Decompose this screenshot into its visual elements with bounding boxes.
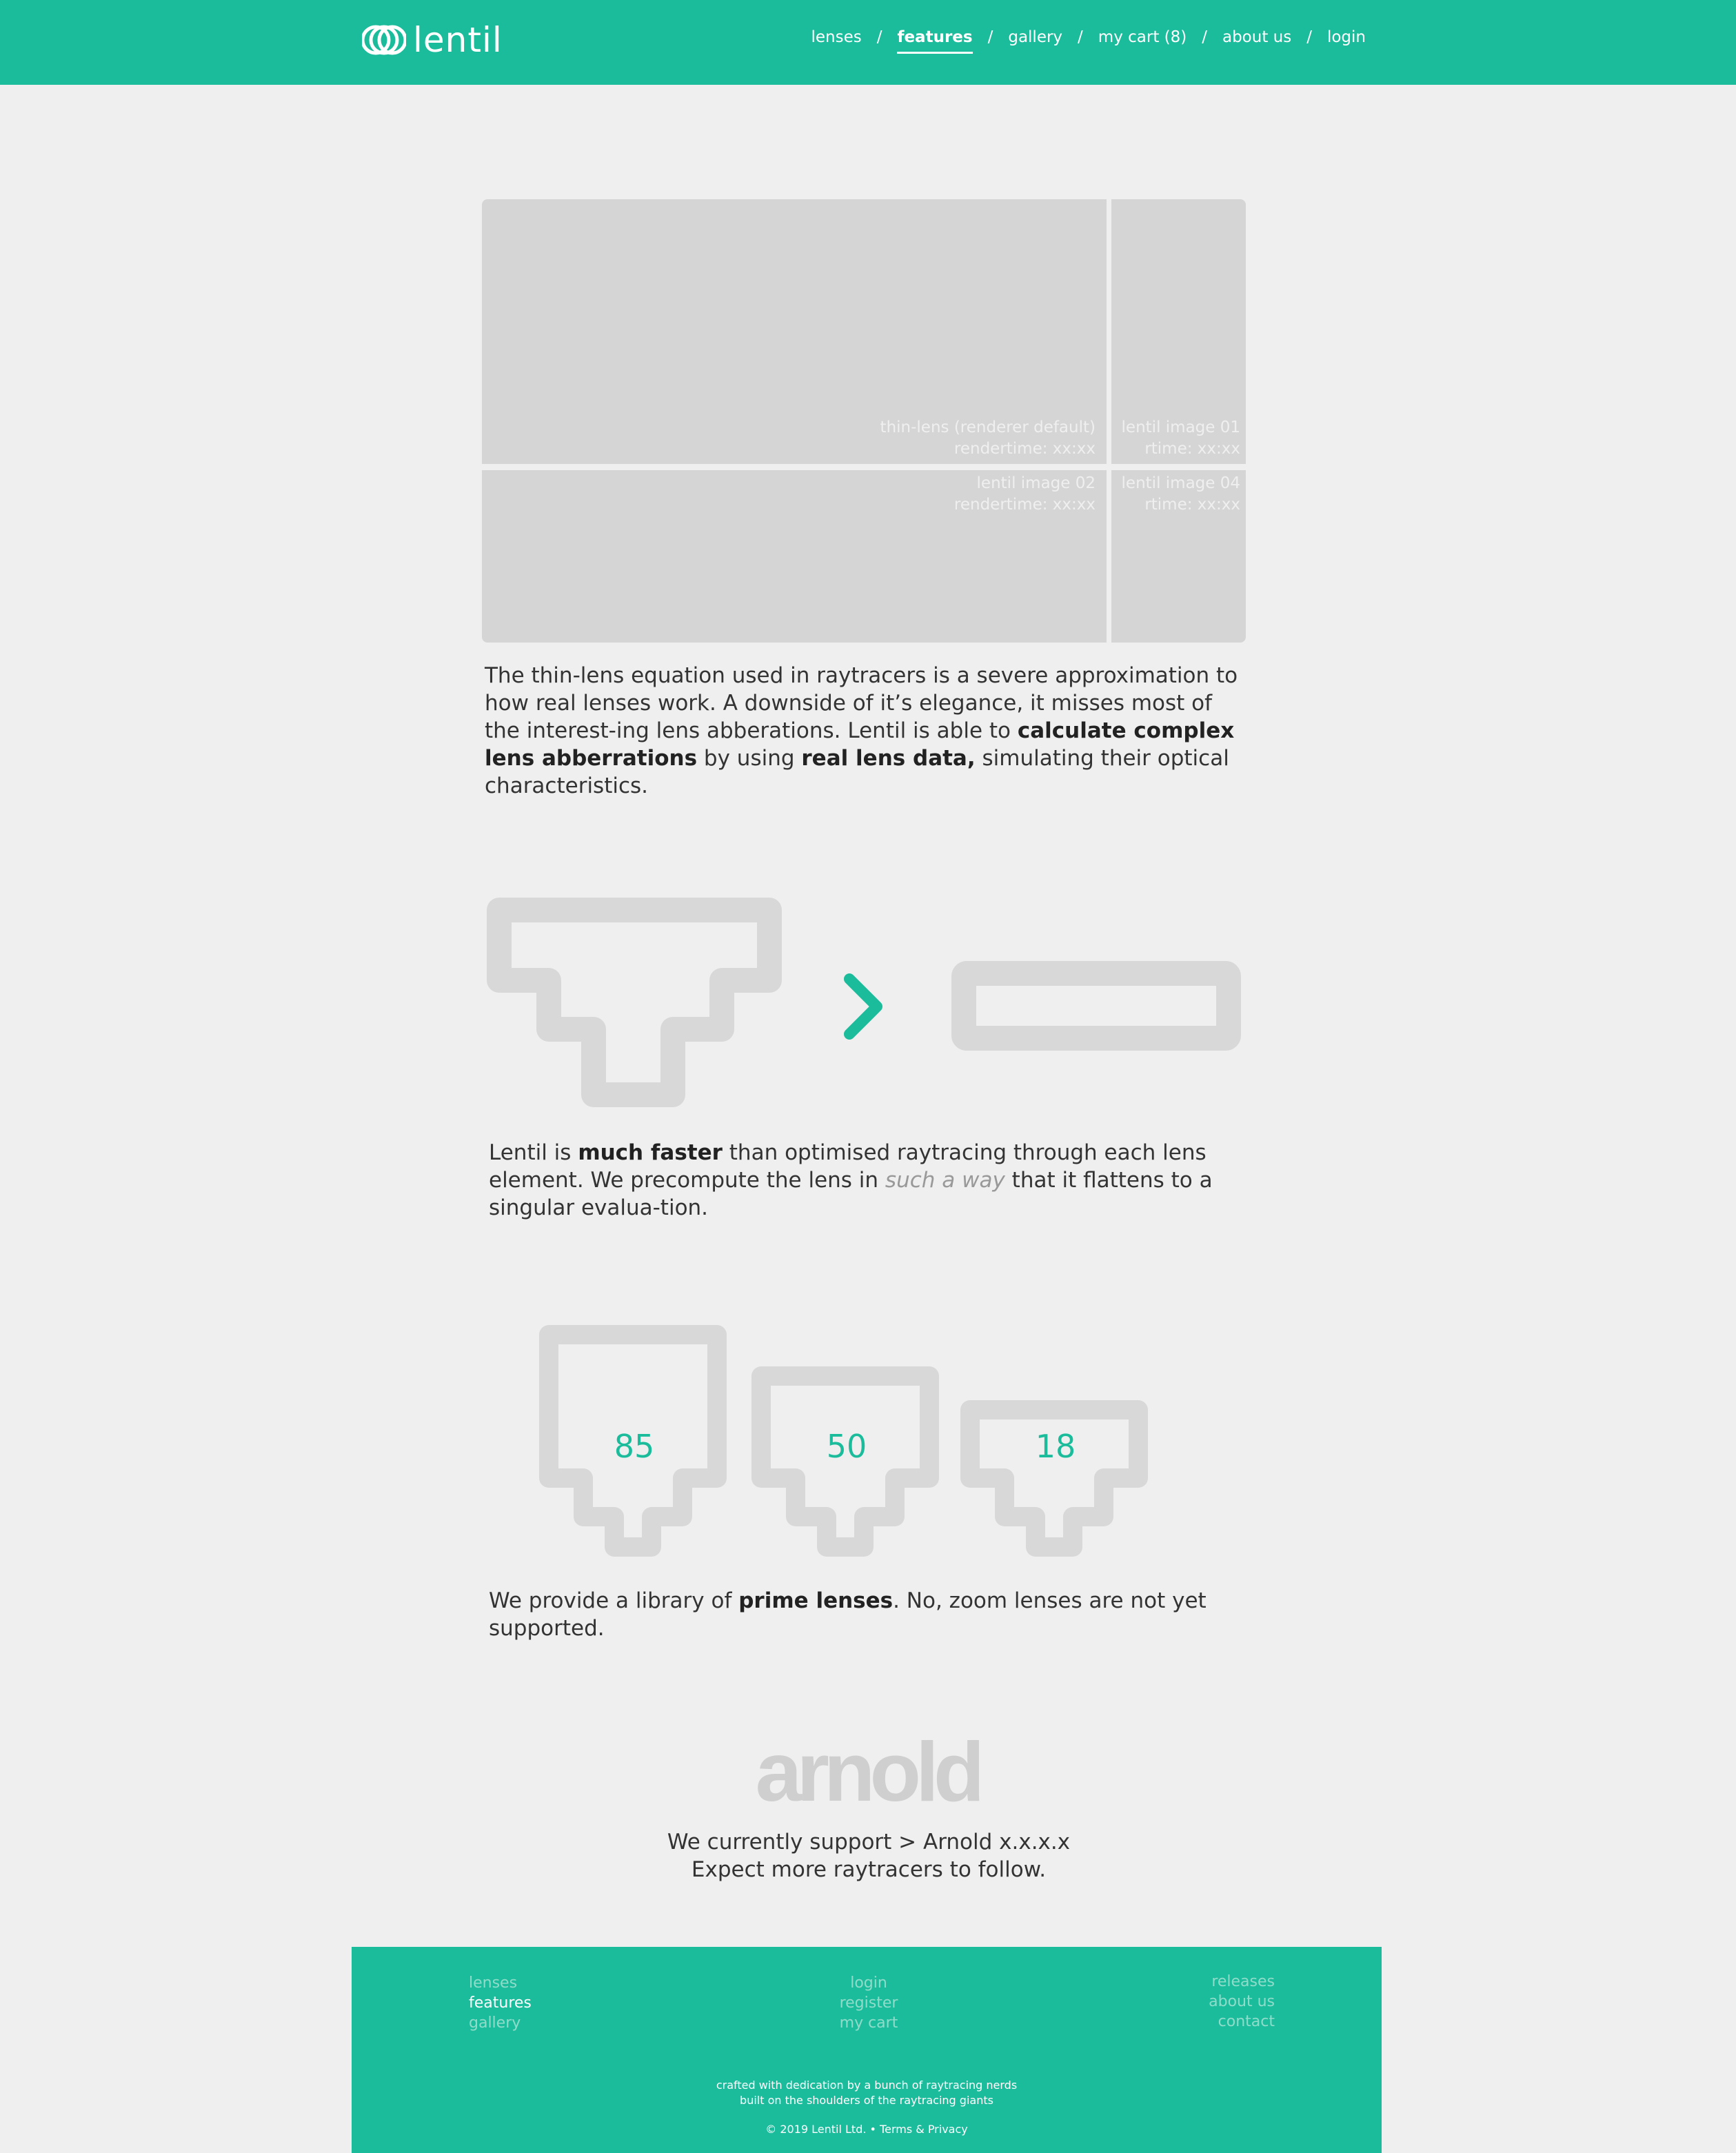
footer-link-releases[interactable]: releases <box>1209 1972 1275 1992</box>
footer-link-register[interactable]: register <box>765 1993 972 2013</box>
nav-login[interactable]: login <box>1327 23 1366 51</box>
site-footer: lenses features gallery login register m… <box>352 1947 1382 2153</box>
lens-18mm-icon <box>960 1400 1148 1557</box>
gallery-tile-thin-lens[interactable]: thin-lens (renderer default) rendertime:… <box>482 199 1107 464</box>
footer-link-my-cart[interactable]: my cart <box>765 2013 972 2033</box>
primes-text: We provide a library of <box>489 1588 739 1613</box>
chevron-right-icon <box>844 973 882 1040</box>
primes-paragraph: We provide a library of prime lenses. No… <box>489 1587 1316 1642</box>
nav-my-cart[interactable]: my cart (8) <box>1098 23 1187 51</box>
tile-title: lentil image 02 <box>976 474 1096 492</box>
tile-rendertime: rtime: xx:xx <box>1144 440 1240 458</box>
render-comparison-gallery: thin-lens (renderer default) rendertime:… <box>482 199 1246 643</box>
footer-col-product: lenses features gallery <box>469 1973 532 2033</box>
tile-rendertime: rtime: xx:xx <box>1144 496 1240 514</box>
footer-link-contact[interactable]: contact <box>1209 2012 1275 2032</box>
arnold-logo: arnold <box>755 1725 985 1819</box>
brand-name: lentil <box>413 20 503 60</box>
intro-paragraph: The thin-lens equation used in raytracer… <box>485 662 1250 800</box>
nav-separator: / <box>987 28 993 46</box>
intro-emphasis: real lens data, <box>801 746 976 771</box>
tile-title: thin-lens (renderer default) <box>880 418 1096 436</box>
intro-text: by using <box>697 746 802 771</box>
speed-emphasis: much faster <box>578 1140 723 1165</box>
footer-tagline: crafted with dedication by a bunch of ra… <box>352 2078 1382 2108</box>
nav-separator: / <box>1306 28 1312 46</box>
flat-lens-icon <box>951 961 1241 1051</box>
tile-caption: lentil image 01 rtime: xx:xx <box>1122 417 1240 460</box>
footer-col-company: releases about us contact <box>1209 1972 1275 2032</box>
complex-lens-icon <box>487 898 782 1107</box>
tile-title: lentil image 04 <box>1121 474 1240 492</box>
footer-link-about-us[interactable]: about us <box>1209 1992 1275 2012</box>
gallery-tile-lentil-02[interactable]: lentil image 02 rendertime: xx:xx <box>482 470 1107 643</box>
focal-length-50: 50 <box>826 1428 867 1465</box>
tile-caption: lentil image 02 rendertime: xx:xx <box>954 473 1096 516</box>
nav-lenses[interactable]: lenses <box>811 23 861 51</box>
nav-separator: / <box>1078 28 1083 46</box>
gallery-tile-lentil-01[interactable]: lentil image 01 rtime: xx:xx <box>1111 199 1246 464</box>
nav-gallery[interactable]: gallery <box>1008 23 1062 51</box>
footer-link-login[interactable]: login <box>765 1973 972 1993</box>
footer-copyright[interactable]: © 2019 Lentil Ltd. • Terms & Privacy <box>352 2122 1382 2137</box>
lentil-logo-icon <box>362 25 406 55</box>
arnold-followup-line: Expect more raytracers to follow. <box>691 1857 1047 1882</box>
footer-tagline-line: crafted with dedication by a bunch of ra… <box>716 2079 1018 2092</box>
nav-features[interactable]: features <box>897 23 973 54</box>
arnold-support-text: We currently support > Arnold x.x.x.x Ex… <box>593 1828 1144 1883</box>
tile-rendertime: rendertime: xx:xx <box>953 440 1096 458</box>
nav-separator: / <box>876 28 882 46</box>
tile-caption: thin-lens (renderer default) rendertime:… <box>880 417 1096 460</box>
speed-paragraph: Lentil is much faster than optimised ray… <box>489 1139 1254 1222</box>
tile-caption: lentil image 04 rtime: xx:xx <box>1122 473 1240 516</box>
footer-link-lenses[interactable]: lenses <box>469 1973 532 1993</box>
nav-separator: / <box>1202 28 1207 46</box>
brand-logo[interactable]: lentil <box>362 19 503 61</box>
nav-about-us[interactable]: about us <box>1222 23 1291 51</box>
top-header: lentil lenses / features / gallery / my … <box>0 0 1736 85</box>
arnold-support-line: We currently support > Arnold x.x.x.x <box>667 1830 1071 1854</box>
tile-rendertime: rendertime: xx:xx <box>953 496 1096 514</box>
primes-emphasis: prime lenses <box>738 1588 894 1613</box>
gallery-tile-lentil-04[interactable]: lentil image 04 rtime: xx:xx <box>1111 470 1246 643</box>
footer-col-account: login register my cart <box>765 1973 972 2033</box>
speed-text: Lentil is <box>489 1140 578 1165</box>
footer-link-features[interactable]: features <box>469 1993 532 2013</box>
tile-title: lentil image 01 <box>1121 418 1240 436</box>
main-nav: lenses / features / gallery / my cart (8… <box>811 23 1366 54</box>
footer-link-gallery[interactable]: gallery <box>469 2013 532 2033</box>
focal-length-85: 85 <box>614 1428 655 1465</box>
focal-length-18: 18 <box>1035 1428 1076 1465</box>
footer-tagline-line: built on the shoulders of the raytracing… <box>740 2094 993 2107</box>
speed-italic: such a way <box>885 1168 1005 1193</box>
